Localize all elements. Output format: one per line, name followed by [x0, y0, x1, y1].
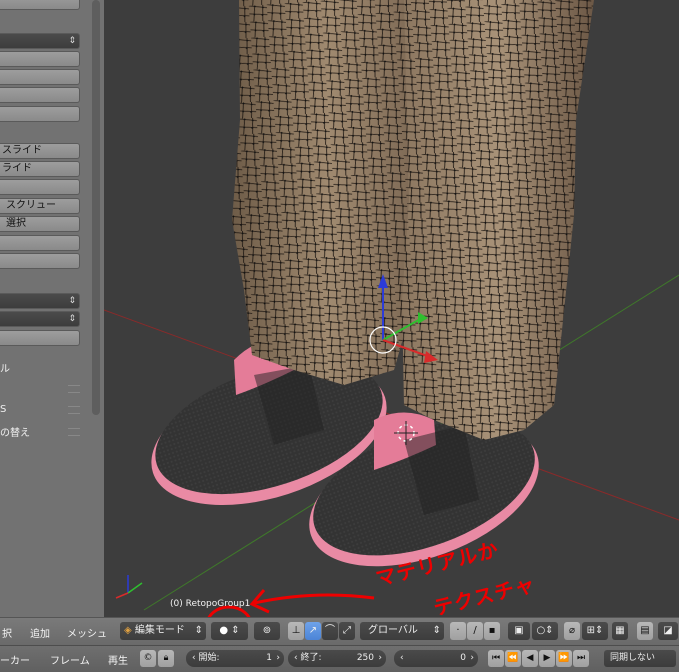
tool-button[interactable] — [0, 253, 80, 269]
viewport-shading-dropdown[interactable]: ● ⇕ — [211, 622, 248, 640]
panel-grip[interactable] — [68, 406, 80, 414]
tool-button[interactable] — [0, 0, 80, 10]
orientation-dropdown[interactable]: グローバル ⇕ — [360, 622, 444, 640]
tool-button[interactable] — [0, 179, 80, 195]
tool-button-slide[interactable]: スライド — [0, 143, 80, 159]
chevron-right-icon: › — [470, 653, 474, 663]
proportional-edit-dropdown[interactable]: ○⇕ — [532, 622, 558, 640]
face-select-icon[interactable]: ▪ — [484, 622, 500, 640]
sync-mode-dropdown[interactable]: 同期しない — [604, 650, 676, 667]
chevron-right-icon: › — [276, 653, 280, 663]
tool-dropdown[interactable] — [0, 311, 80, 327]
snap-element-dropdown[interactable]: ⊞⇕ — [582, 622, 608, 640]
panel-scrollbar[interactable] — [92, 0, 100, 415]
rotate-icon[interactable]: ⌒ — [322, 622, 338, 640]
tool-button-screw[interactable]: スクリュー — [0, 198, 80, 214]
jump-start-icon[interactable]: ⏮ — [488, 650, 504, 667]
current-frame-field[interactable]: ‹ 0 › — [394, 650, 478, 667]
start-frame-value: 1 — [266, 653, 272, 663]
snap-target-icon[interactable]: ▦ — [612, 622, 628, 640]
panel-grip[interactable] — [68, 428, 80, 436]
next-keyframe-icon[interactable]: ⏩ — [556, 650, 572, 667]
edge-select-icon[interactable]: / — [467, 622, 483, 640]
tool-dropdown[interactable] — [0, 33, 80, 49]
chevron-left-icon: ‹ — [294, 653, 298, 663]
play-icon[interactable]: ▶ — [539, 650, 555, 667]
menu-mesh[interactable]: メッシュ — [67, 625, 107, 640]
manipulator-toggle-icon[interactable]: ⊥ — [288, 622, 304, 640]
snap-toggle-icon[interactable]: ⌀ — [564, 622, 580, 640]
keying-icon[interactable]: © — [140, 650, 156, 667]
chevron-down-icon: ⇕ — [194, 625, 203, 636]
play-reverse-icon[interactable]: ◀ — [522, 650, 538, 667]
tool-dropdown[interactable] — [0, 293, 80, 309]
tool-shelf-panel: スライド ライド スクリュー 選択 ル S の替え — [0, 0, 104, 617]
tool-button[interactable] — [0, 330, 80, 346]
end-frame-label: 終了: — [300, 653, 322, 663]
panel-label: ル — [0, 364, 10, 375]
lock-icon[interactable]: 🔒︎ — [158, 650, 174, 667]
end-frame-value: 250 — [356, 653, 374, 663]
prev-keyframe-icon[interactable]: ⏪ — [505, 650, 521, 667]
start-frame-label: 開始: — [198, 653, 220, 663]
start-frame-field[interactable]: ‹ 開始: 1 › — [186, 650, 284, 667]
jump-end-icon[interactable]: ⏭ — [573, 650, 589, 667]
sync-mode-label: 同期しない — [610, 653, 656, 663]
panel-label: の替え — [0, 428, 30, 439]
timeline-header: ーカー フレーム 再生 © 🔒︎ ‹ 開始: 1 › ‹ 終了: 250 › ‹… — [0, 645, 679, 672]
tool-button-vertex-slide[interactable]: ライド — [0, 161, 80, 177]
translate-icon[interactable]: ↗ — [305, 622, 321, 640]
tool-button-select[interactable]: 選択 — [0, 216, 80, 232]
mode-dropdown[interactable]: ◈ 編集モード ⇕ — [120, 622, 206, 640]
vertex-select-icon[interactable]: · — [450, 622, 466, 640]
panel-label: S — [0, 404, 7, 415]
current-frame-value: 0 — [460, 653, 466, 663]
tool-button[interactable] — [0, 87, 80, 103]
tool-button[interactable] — [0, 69, 80, 85]
menu-frame[interactable]: フレーム — [50, 652, 90, 667]
tool-button[interactable] — [0, 51, 80, 67]
scale-icon[interactable]: ⤢ — [339, 622, 355, 640]
menu-playback[interactable]: 再生 — [108, 652, 128, 667]
shading-sphere-icon: ● — [219, 625, 229, 636]
end-frame-field[interactable]: ‹ 終了: 250 › — [288, 650, 386, 667]
mode-label: 編集モード — [134, 625, 185, 636]
camera-icon[interactable]: ◪ — [658, 622, 678, 640]
pivot-icon: ⊚ — [262, 625, 272, 636]
tool-button[interactable] — [0, 106, 80, 122]
chevron-left-icon: ‹ — [400, 653, 404, 663]
orientation-label: グローバル — [368, 625, 418, 636]
panel-grip[interactable] — [68, 385, 80, 393]
active-object-label: (0) RetopoGroup1 — [170, 599, 251, 609]
menu-marker[interactable]: ーカー — [0, 652, 30, 667]
chevron-down-icon: ⇕ — [432, 625, 441, 636]
occlude-geometry-icon[interactable]: ▣ — [508, 622, 530, 640]
menu-select[interactable]: 択 — [2, 625, 12, 640]
chevron-right-icon: › — [378, 653, 382, 663]
render-icon[interactable]: ▤ — [637, 622, 653, 640]
viewport-scene — [104, 0, 679, 617]
axis-indicator — [115, 575, 143, 599]
chevron-left-icon: ‹ — [192, 653, 196, 663]
menu-add[interactable]: 追加 — [30, 625, 50, 640]
view3d-header: 択 追加 メッシュ ◈ 編集モード ⇕ ● ⇕ ⊚ ⊥ ↗ ⌒ ⤢ グローバル … — [0, 617, 679, 645]
edit-mode-icon: ◈ — [124, 625, 132, 636]
pivot-point-dropdown[interactable]: ⊚ — [254, 622, 280, 640]
3d-viewport[interactable]: (0) RetopoGroup1 マテリアルか テクスチャ — [104, 0, 679, 617]
tool-button[interactable] — [0, 235, 80, 251]
